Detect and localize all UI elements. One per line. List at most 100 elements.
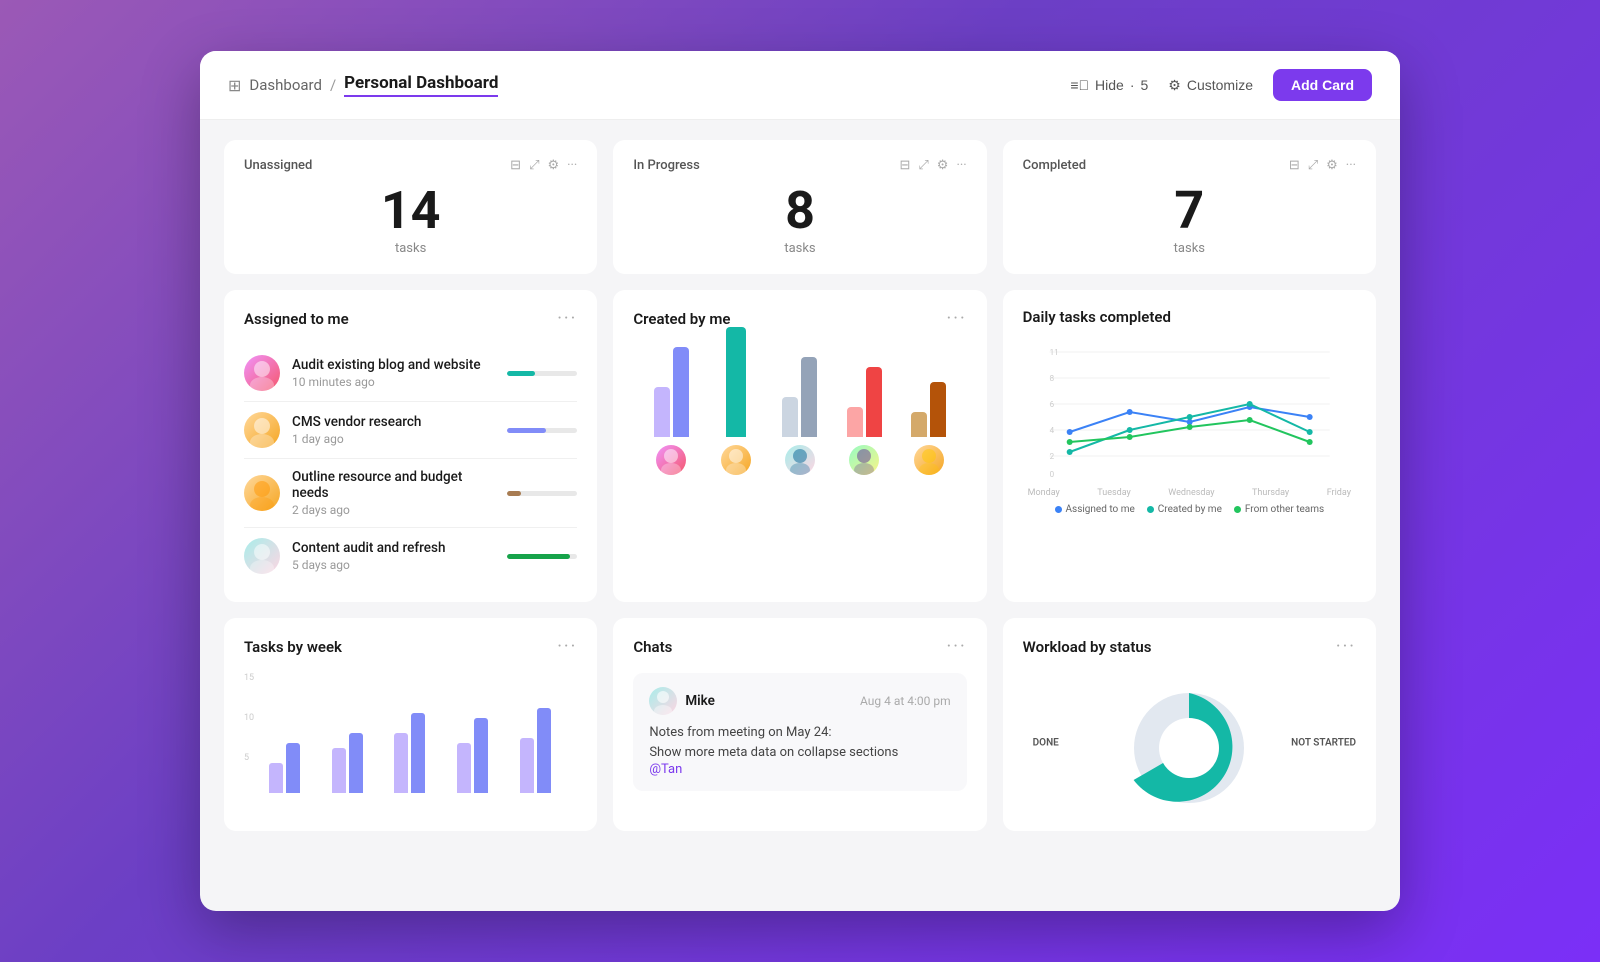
stat-sublabel-unassigned: tasks <box>244 241 577 256</box>
bar-wrapper <box>847 327 882 437</box>
stat-card-inprogress: In Progress ⊟ ⤢ ⚙ ··· 8 tasks <box>613 140 986 274</box>
legend-item-created: Created by me <box>1147 504 1222 515</box>
task-time: 1 day ago <box>292 432 495 446</box>
stat-number-inprogress: 8 <box>633 185 966 237</box>
bar-column <box>772 327 828 475</box>
chats-card-menu[interactable]: ··· <box>947 636 967 657</box>
task-item[interactable]: Audit existing blog and website 10 minut… <box>244 345 577 402</box>
task-time: 2 days ago <box>292 503 495 517</box>
svg-text:8: 8 <box>1049 374 1054 383</box>
tasks-by-week-card: Tasks by week ··· 15 10 5 <box>224 618 597 831</box>
more-icon[interactable]: ··· <box>1346 158 1356 173</box>
header: ⊞ Dashboard / Personal Dashboard ≡⃝ Hide… <box>200 51 1400 120</box>
legend-label: Assigned to me <box>1066 504 1135 515</box>
workload-card-title: Workload by status <box>1023 638 1152 656</box>
progress-bar-fill <box>507 491 521 496</box>
legend-label: Created by me <box>1158 504 1222 515</box>
hide-button[interactable]: ≡⃝ Hide · 5 <box>1070 77 1148 93</box>
filter-icon[interactable]: ⊟ <box>1289 158 1300 173</box>
settings-icon[interactable]: ⚙ <box>937 158 949 173</box>
assigned-card-title: Assigned to me <box>244 310 349 328</box>
svg-text:6: 6 <box>1049 400 1054 409</box>
week-bar <box>474 718 488 793</box>
chats-card: Chats ··· Mike Aug 4 at 4:00 pm Notes fr… <box>613 618 986 831</box>
expand-icon[interactable]: ⤢ <box>1308 158 1318 173</box>
pie-container: DONE NOT STARTED <box>1023 673 1356 813</box>
legend-label: From other teams <box>1245 504 1324 515</box>
app-container: ⊞ Dashboard / Personal Dashboard ≡⃝ Hide… <box>200 51 1400 911</box>
pie-chart-svg <box>1109 673 1269 813</box>
task-info: Content audit and refresh 5 days ago <box>292 540 495 572</box>
workload-card-menu[interactable]: ··· <box>1336 636 1356 657</box>
progress-bar-container <box>507 491 577 496</box>
task-info: CMS vendor research 1 day ago <box>292 414 495 446</box>
add-card-button[interactable]: Add Card <box>1273 69 1372 101</box>
filter-icon[interactable]: ⊟ <box>899 158 910 173</box>
progress-bar-fill <box>507 428 546 433</box>
chat-text-1: Notes from meeting on May 24: <box>649 723 950 743</box>
breadcrumb-parent[interactable]: Dashboard <box>249 76 322 94</box>
more-icon[interactable]: ··· <box>567 158 577 173</box>
bar <box>654 387 670 437</box>
avatar <box>244 475 280 511</box>
week-card-menu[interactable]: ··· <box>557 636 577 657</box>
week-bar-group <box>457 718 510 793</box>
stat-number-completed: 7 <box>1023 185 1356 237</box>
chats-card-header: Chats ··· <box>633 636 966 657</box>
middle-row: Assigned to me ··· Audit existing blog a… <box>224 290 1376 602</box>
svg-text:2: 2 <box>1049 452 1054 461</box>
legend-item-other: From other teams <box>1234 504 1324 515</box>
assigned-to-me-card: Assigned to me ··· Audit existing blog a… <box>224 290 597 602</box>
bar-column <box>643 327 699 475</box>
week-bar <box>411 713 425 793</box>
not-started-label: NOT STARTED <box>1291 738 1356 749</box>
avatar-sm <box>785 445 815 475</box>
assigned-card-header: Assigned to me ··· <box>244 308 577 329</box>
chat-avatar <box>649 687 677 715</box>
chat-sender: Mike <box>649 687 715 715</box>
legend-dot <box>1234 506 1241 513</box>
x-label: Tuesday <box>1097 488 1131 498</box>
expand-icon[interactable]: ⤢ <box>918 158 928 173</box>
week-bar <box>286 743 300 793</box>
task-progress <box>507 491 577 496</box>
stat-label-inprogress: In Progress <box>633 158 699 173</box>
bar-column <box>836 327 892 475</box>
settings-icon[interactable]: ⚙ <box>1326 158 1338 173</box>
bar <box>673 347 689 437</box>
bar-wrapper <box>911 327 946 437</box>
filter-icon[interactable]: ⊟ <box>510 158 521 173</box>
chat-message-header: Mike Aug 4 at 4:00 pm <box>649 687 950 715</box>
chat-text-2: Show more meta data on collapse sections <box>649 743 950 763</box>
task-item[interactable]: CMS vendor research 1 day ago <box>244 402 577 459</box>
assigned-card-menu[interactable]: ··· <box>557 308 577 329</box>
stat-icons-inprogress: ⊟ ⤢ ⚙ ··· <box>899 158 966 173</box>
task-item[interactable]: Content audit and refresh 5 days ago <box>244 528 577 584</box>
task-info: Audit existing blog and website 10 minut… <box>292 357 495 389</box>
settings-icon[interactable]: ⚙ <box>547 158 559 173</box>
week-bar-group <box>332 733 385 793</box>
hide-label: Hide <box>1095 77 1124 93</box>
more-icon[interactable]: ··· <box>956 158 966 173</box>
week-bar <box>269 763 283 793</box>
y-label: 5 <box>244 753 254 763</box>
filter-icon: ≡⃝ <box>1070 77 1089 93</box>
created-card-menu[interactable]: ··· <box>947 308 967 329</box>
line-chart-container: 11 8 6 4 2 0 <box>1023 342 1356 502</box>
chart-x-labels: Monday Tuesday Wednesday Thursday Friday <box>1023 488 1356 498</box>
bar <box>782 397 798 437</box>
chat-mention[interactable]: @Tan <box>649 762 950 777</box>
chat-sender-name: Mike <box>685 693 715 709</box>
hide-count-value: 5 <box>1141 77 1149 93</box>
chat-message: Mike Aug 4 at 4:00 pm Notes from meeting… <box>633 673 966 791</box>
avatar-sm <box>849 445 879 475</box>
expand-icon[interactable]: ⤢ <box>529 158 539 173</box>
stat-sublabel-inprogress: tasks <box>633 241 966 256</box>
customize-button[interactable]: ⚙ Customize <box>1168 77 1253 94</box>
workload-card: Workload by status ··· DONE NOT STARTED <box>1003 618 1376 831</box>
progress-bar-container <box>507 428 577 433</box>
task-item[interactable]: Outline resource and budget needs 2 days… <box>244 459 577 528</box>
week-bar-group <box>394 713 447 793</box>
task-progress <box>507 371 577 376</box>
week-bar <box>349 733 363 793</box>
